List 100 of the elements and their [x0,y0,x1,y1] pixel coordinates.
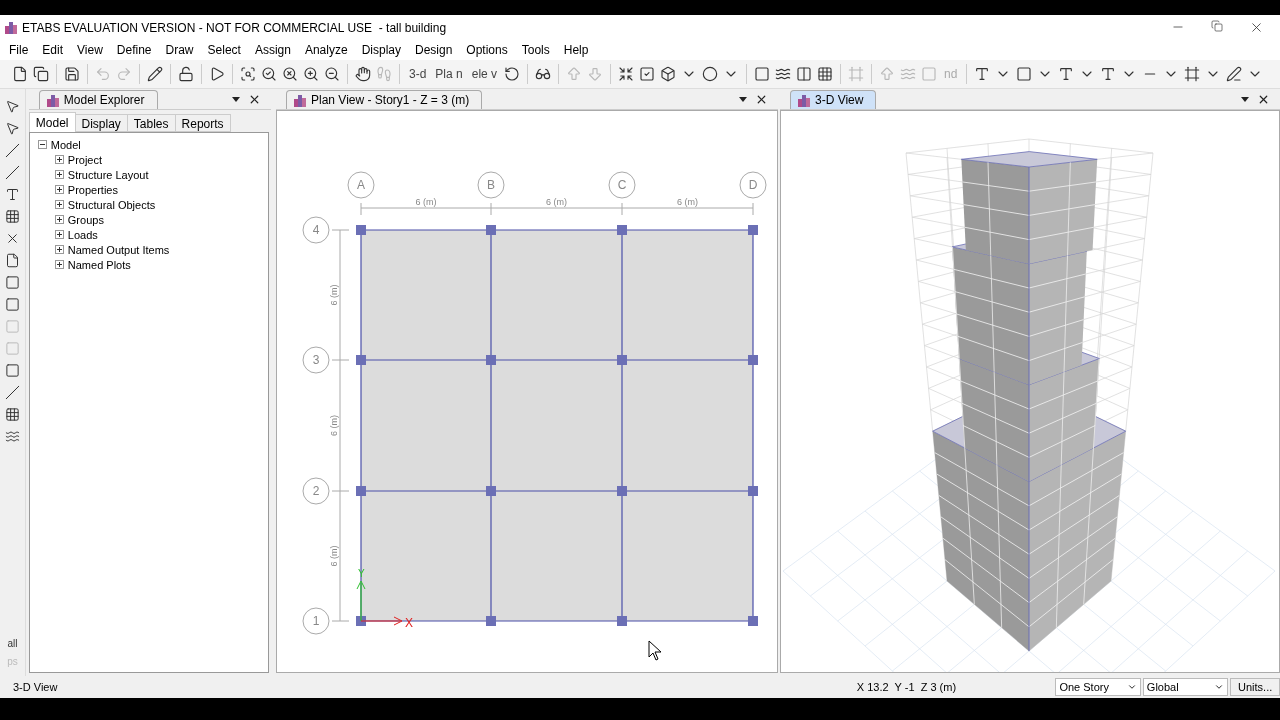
grid-bubble: 4 [302,216,330,244]
zoom-previous-icon[interactable] [282,66,298,82]
toolbar-button[interactable]: 3-d [407,68,429,80]
joint-marker [617,616,627,626]
close-icon[interactable] [1249,20,1264,35]
tree-item[interactable]: Structural Objects [67,198,156,211]
menu-item[interactable]: Edit [35,43,71,57]
save-icon[interactable] [64,66,80,82]
toolbar-button[interactable]: all [7,638,18,649]
joint-marker [356,616,366,626]
joint-marker [748,355,758,365]
expand-toggle[interactable] [54,185,64,194]
y-axis-arrow [356,580,366,622]
building-icon [4,21,18,34]
tab[interactable]: Reports [174,114,231,132]
rotate-icon[interactable] [504,66,521,82]
surface-icon[interactable] [4,429,20,444]
pan-icon[interactable] [355,66,371,82]
dimension-label: 6 (m) [329,545,339,567]
menu-item[interactable]: Design [408,43,460,57]
grid-bubble: B [477,171,505,199]
new-file-icon[interactable] [12,66,28,82]
sphere-icon[interactable] [702,66,719,82]
columns-icon[interactable] [796,66,813,82]
line-region-icon[interactable] [4,165,20,180]
glasses-icon[interactable] [535,66,552,82]
cube-icon[interactable] [660,66,677,82]
story-select[interactable]: One Story [1055,678,1141,696]
menu-item[interactable]: View [70,43,110,57]
zoom-in-icon[interactable] [303,66,319,82]
dropdown-icon[interactable] [739,96,747,102]
dimension-label: 6 (m) [677,197,698,207]
menu-item[interactable]: Tools [514,43,557,57]
units-button[interactable]: Units... [1230,678,1280,696]
expand-toggle[interactable] [37,140,47,149]
joint-marker [356,355,366,365]
mesh-icon[interactable] [4,407,20,422]
toolbar-button[interactable]: ele v [469,68,500,80]
shrink-icon[interactable] [618,66,635,82]
tree-item[interactable]: Groups [67,213,104,226]
expand-toggle[interactable] [54,245,64,254]
menu-item[interactable]: Help [556,43,596,57]
tree-item[interactable]: Model [50,138,81,151]
expand-toggle[interactable] [54,155,64,164]
joint-marker [617,486,627,496]
menu-item[interactable]: Draw [158,43,201,57]
zoom-out-icon[interactable] [324,66,340,82]
x-axis-arrow [360,616,403,626]
panel-tab[interactable]: Model Explorer [38,90,158,109]
grid-icon[interactable] [817,66,834,82]
status-text: 3-D View [12,681,59,693]
expand-toggle[interactable] [54,260,64,269]
restore-icon[interactable] [1211,20,1223,32]
menu-item[interactable]: Options [459,43,515,57]
view-tab[interactable]: Plan View - Story1 - Z = 3 (m) [286,90,483,109]
tree-item[interactable]: Named Plots [67,258,131,271]
menu-item[interactable]: File [2,43,36,57]
zoom-fit-icon[interactable] [261,66,277,82]
node-pointer-icon[interactable] [4,121,20,136]
coordinates-text: X 13.2 Y -1 Z 3 (m) [856,681,958,693]
dropdown-icon[interactable] [232,96,240,102]
tab[interactable]: Model [28,112,76,132]
tree-item[interactable]: Properties [67,183,118,196]
plus-icon [55,261,63,268]
building-icon [45,93,60,107]
tree-item[interactable]: Structure Layout [67,168,149,181]
expand-toggle[interactable] [54,230,64,239]
zoom-window-icon[interactable] [240,66,256,82]
line-icon[interactable] [4,143,20,158]
expand-toggle[interactable] [54,170,64,179]
plus-icon [55,171,63,178]
grid-bubble: 2 [302,477,330,505]
dropdown-icon[interactable] [1241,96,1249,102]
menu-item[interactable]: Analyze [297,43,355,57]
toolbar-button[interactable]: Pla n [433,68,465,80]
expand-toggle[interactable] [54,215,64,224]
pointer-icon[interactable] [4,99,20,114]
run-icon[interactable] [209,66,225,82]
tree-item[interactable]: Loads [67,228,98,241]
building-icon [797,93,811,107]
menu-item[interactable]: Assign [247,43,298,57]
pen-icon[interactable] [1226,66,1243,82]
tree-item[interactable]: Named Output Items [67,243,170,256]
menu-item[interactable]: Display [354,43,408,57]
expand-toggle[interactable] [54,200,64,209]
link-icon[interactable] [4,385,20,400]
pencil-icon[interactable] [147,66,163,82]
tab[interactable]: Display [74,114,128,132]
axis-label: X [405,616,413,630]
joint-marker [617,225,627,235]
menu-item[interactable]: Select [200,43,248,57]
joint-marker [748,616,758,626]
tree-item[interactable]: Project [67,153,103,166]
view-tab[interactable]: 3-D View [790,90,877,109]
unlock-icon[interactable] [178,66,194,82]
checkbox-icon[interactable] [639,66,656,82]
menu-item[interactable]: Define [109,43,159,57]
rectangle-icon[interactable] [4,275,20,290]
tab[interactable]: Tables [126,114,176,132]
system-select[interactable]: Global [1142,678,1229,696]
